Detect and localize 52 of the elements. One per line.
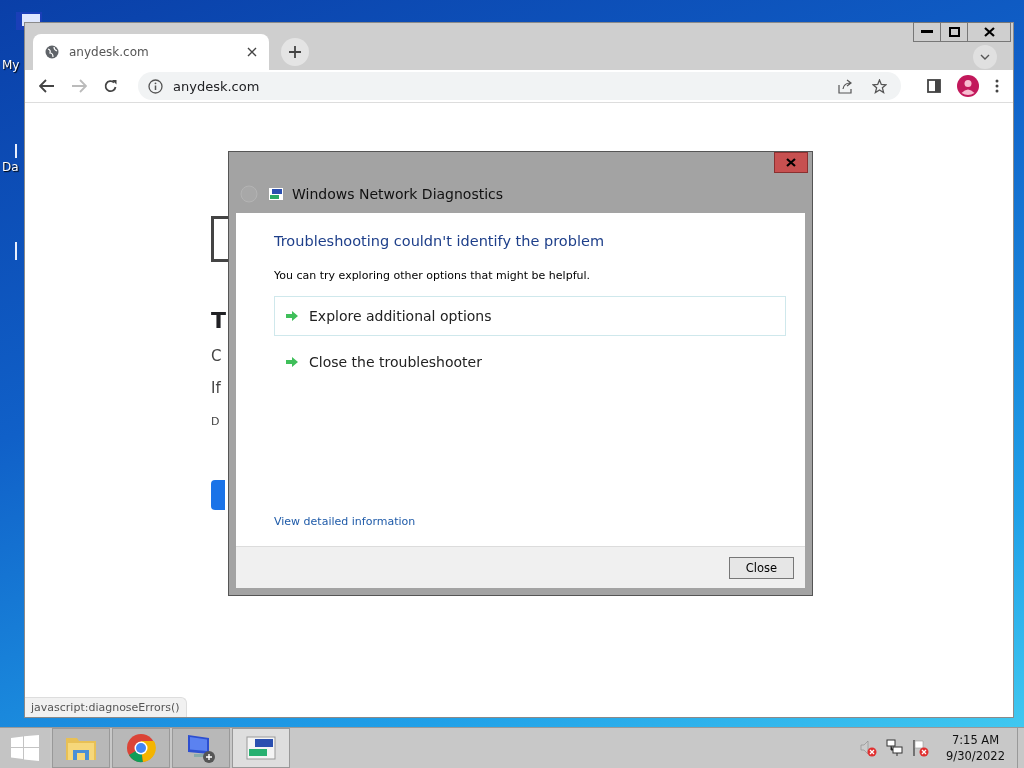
taskbar-button[interactable] (232, 728, 290, 768)
speaker-muted-icon[interactable] (860, 739, 879, 757)
command-link[interactable]: Explore additional options (274, 296, 786, 336)
chevron-down-icon (980, 54, 990, 60)
clock-time: 7:15 AM (951, 731, 1000, 748)
details-link[interactable]: View detailed information (274, 515, 416, 528)
plus-icon (288, 45, 302, 59)
flag-error-icon[interactable] (912, 739, 931, 757)
browser-tab[interactable]: anydesk.com (33, 34, 269, 70)
desktop-icon-label[interactable]: My (0, 58, 20, 72)
new-tab-button[interactable] (281, 38, 309, 66)
dialog-heading: Troubleshooting couldn't identify the problem (274, 233, 605, 249)
close-icon[interactable] (247, 47, 257, 57)
browser-logo-icon (126, 733, 156, 763)
globe-icon (45, 45, 59, 59)
maximize-button[interactable] (940, 22, 968, 42)
reload-icon[interactable] (103, 78, 118, 94)
status-url: javascript:diagnoseErrors() (25, 697, 187, 717)
clock[interactable]: 7:15 AM 9/30/2022 (946, 728, 1005, 768)
avatar-icon[interactable] (957, 75, 979, 97)
monitor-icon (185, 732, 217, 764)
clock-date: 9/30/2022 (946, 748, 1005, 765)
maximize-icon (948, 27, 960, 37)
close-dialog-button[interactable]: Close (729, 556, 794, 579)
command-link[interactable]: Close the troubleshooter (274, 342, 786, 382)
arrow-icon (285, 310, 299, 322)
page-text: C (211, 347, 222, 365)
page-text: If (211, 379, 221, 397)
dialog-title: Windows Network Diagnostics (292, 185, 504, 202)
page-text: T (211, 308, 226, 333)
network-icon[interactable] (886, 739, 905, 757)
minimize-button[interactable] (913, 22, 941, 42)
minimize-icon (921, 30, 933, 34)
arrow-icon (285, 356, 299, 368)
network-diagnostics-icon (246, 736, 276, 760)
start-button[interactable] (0, 728, 50, 768)
taskbar-button[interactable] (172, 728, 230, 768)
share-icon[interactable] (838, 78, 854, 94)
page-text: D (211, 415, 220, 428)
menu-icon[interactable] (995, 79, 999, 93)
close-button[interactable] (967, 22, 1011, 42)
address-bar[interactable]: anydesk.com (138, 72, 901, 100)
network-icon (268, 186, 284, 201)
close-icon (983, 27, 995, 37)
info-icon (148, 78, 163, 94)
taskbar-button[interactable] (112, 728, 170, 768)
side-panel-icon[interactable] (927, 79, 941, 93)
dialog-message: You can try exploring other options that might be helpful. (274, 269, 591, 282)
star-icon[interactable] (872, 78, 887, 94)
close-icon (786, 158, 796, 167)
windows-logo-icon (11, 735, 39, 761)
desktop-icon-label[interactable]: Da (0, 160, 19, 174)
